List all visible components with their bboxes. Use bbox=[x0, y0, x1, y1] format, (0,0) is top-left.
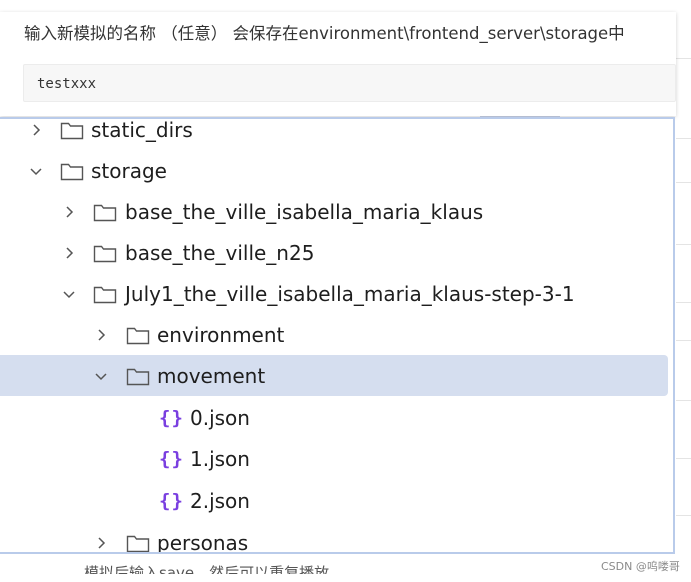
divider bbox=[676, 515, 691, 516]
folder-icon bbox=[60, 163, 84, 180]
tree-item-label: environment bbox=[157, 322, 285, 347]
folder-icon bbox=[126, 327, 150, 344]
chevron-down-icon[interactable] bbox=[29, 164, 43, 178]
tree-item-july1-simulation[interactable]: July1_the_ville_isabella_maria_klaus-ste… bbox=[0, 273, 671, 314]
divider bbox=[676, 244, 691, 245]
chevron-right-icon[interactable] bbox=[62, 246, 76, 260]
folder-icon bbox=[93, 204, 117, 221]
tree-item-label: movement bbox=[157, 363, 266, 388]
simulation-name-input[interactable]: testxxx bbox=[23, 64, 676, 102]
tree-item-environment[interactable]: environment bbox=[0, 314, 671, 355]
folder-icon bbox=[93, 286, 117, 303]
new-simulation-prompt: 输入新模拟的名称 （任意） 会保存在environment\frontend_s… bbox=[0, 12, 676, 116]
tree-item-label: static_dirs bbox=[91, 117, 193, 142]
tree-item-0-json[interactable]: {} 0.json bbox=[0, 397, 671, 438]
divider bbox=[676, 182, 691, 183]
folder-icon bbox=[126, 368, 150, 385]
divider bbox=[676, 58, 691, 59]
chevron-right-icon[interactable] bbox=[94, 536, 108, 550]
tree-item-personas[interactable]: personas bbox=[0, 522, 671, 554]
folder-icon bbox=[93, 245, 117, 262]
watermark: CSDN @呜喽哥 bbox=[601, 560, 680, 573]
json-file-icon: {} bbox=[159, 447, 184, 470]
tree-item-label: 0.json bbox=[190, 405, 250, 430]
tree-item-label: base_the_ville_isabella_maria_klaus bbox=[125, 199, 484, 224]
prompt-title: 输入新模拟的名称 （任意） 会保存在environment\frontend_s… bbox=[24, 24, 625, 43]
folder-icon bbox=[60, 122, 84, 139]
divider bbox=[676, 400, 691, 401]
tree-item-label: storage bbox=[91, 158, 167, 183]
json-file-icon: {} bbox=[159, 406, 184, 429]
tree-item-label: base_the_ville_n25 bbox=[125, 240, 315, 265]
divider bbox=[676, 138, 691, 139]
tree-item-2-json[interactable]: {} 2.json bbox=[0, 480, 671, 521]
chevron-right-icon[interactable] bbox=[62, 205, 76, 219]
folder-icon bbox=[126, 535, 150, 552]
tree-item-movement[interactable]: movement bbox=[0, 355, 668, 396]
chevron-down-icon[interactable] bbox=[94, 369, 108, 383]
divider bbox=[676, 302, 691, 303]
tree-item-base-the-ville-isabella-maria-klaus[interactable]: base_the_ville_isabella_maria_klaus bbox=[0, 191, 671, 232]
divider bbox=[676, 458, 691, 459]
divider bbox=[676, 340, 691, 341]
tree-item-label: 2.json bbox=[190, 488, 250, 513]
tree-item-label: July1_the_ville_isabella_maria_klaus-ste… bbox=[125, 281, 575, 306]
tree-item-1-json[interactable]: {} 1.json bbox=[0, 438, 671, 479]
tree-item-label: 1.json bbox=[190, 446, 250, 471]
json-file-icon: {} bbox=[159, 489, 184, 512]
file-tree: static_dirs storage base_the_ville_isabe… bbox=[0, 117, 675, 554]
tree-item-label: personas bbox=[157, 530, 249, 554]
tree-item-storage[interactable]: storage bbox=[0, 150, 671, 191]
tree-item-base-the-ville-n25[interactable]: base_the_ville_n25 bbox=[0, 232, 671, 273]
chevron-right-icon[interactable] bbox=[94, 328, 108, 342]
tree-item-static-dirs[interactable]: static_dirs bbox=[0, 117, 671, 150]
background-text: 模拟后输入save，然后可以重复播放 bbox=[84, 564, 330, 574]
chevron-right-icon[interactable] bbox=[29, 123, 43, 137]
chevron-down-icon[interactable] bbox=[62, 287, 76, 301]
